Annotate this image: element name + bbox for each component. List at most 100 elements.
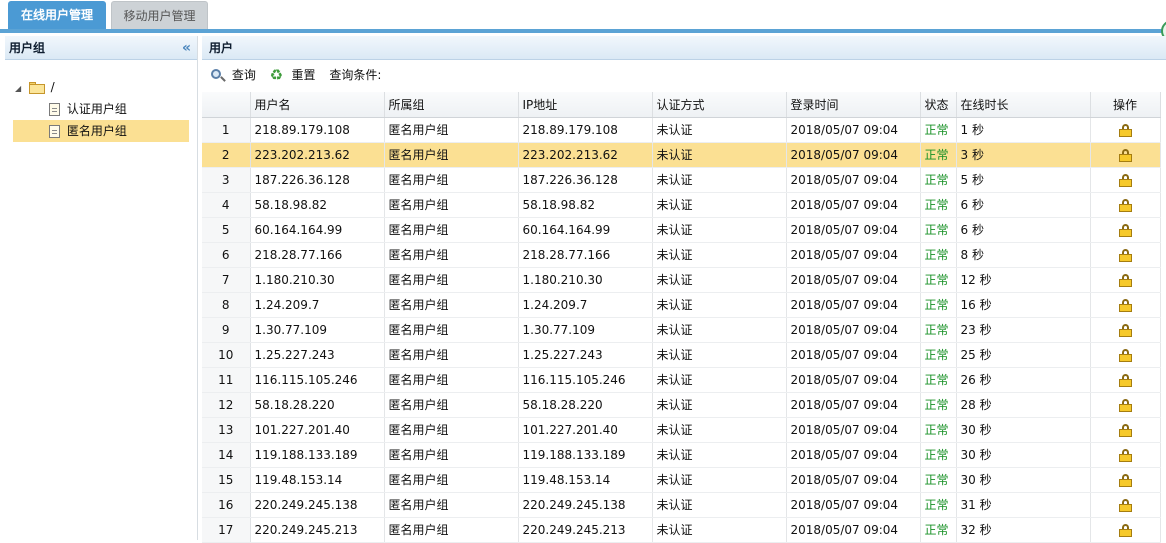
col-header-status[interactable]: 状态: [920, 92, 957, 118]
cell-ip: 58.18.28.220: [518, 392, 653, 418]
cell-row-number: 10: [202, 342, 251, 368]
cell-status: 正常: [920, 492, 957, 518]
cell-status: 正常: [920, 117, 957, 143]
lock-icon[interactable]: [1118, 423, 1132, 437]
cell-username: 220.249.245.138: [250, 492, 385, 518]
cell-username: 1.30.77.109: [250, 317, 385, 343]
cell-username: 101.227.201.40: [250, 417, 385, 443]
table-row[interactable]: 5 60.164.164.99 匿名用户组 60.164.164.99 未认证 2018/…: [202, 217, 1161, 243]
lock-icon[interactable]: [1118, 398, 1132, 412]
lock-icon[interactable]: [1118, 148, 1132, 162]
lock-icon[interactable]: [1118, 173, 1132, 187]
lock-icon[interactable]: [1118, 448, 1132, 462]
lock-icon[interactable]: [1118, 198, 1132, 212]
lock-icon[interactable]: [1118, 248, 1132, 262]
tab-online-users[interactable]: 在线用户管理: [8, 1, 106, 30]
group-tree: ◢ / 认证用户组 匿名用户组: [5, 60, 197, 142]
cell-auth-method: 未认证: [652, 142, 787, 168]
cell-online-duration: 16 秒: [956, 292, 1091, 318]
cell-username: 1.24.209.7: [250, 292, 385, 318]
col-header-username[interactable]: 用户名: [250, 92, 385, 118]
lock-icon[interactable]: [1118, 498, 1132, 512]
col-header-ip[interactable]: IP地址: [518, 92, 653, 118]
cell-login-time: 2018/05/07 09:04: [786, 167, 921, 193]
table-row[interactable]: 13 101.227.201.40 匿名用户组 101.227.201.40 未认证 20…: [202, 417, 1161, 443]
tree-node-authenticated-group[interactable]: 认证用户组: [5, 98, 197, 120]
table-row[interactable]: 9 1.30.77.109 匿名用户组 1.30.77.109 未认证 2018/05/0…: [202, 317, 1161, 343]
table-row[interactable]: 3 187.226.36.128 匿名用户组 187.226.36.128 未认证 201…: [202, 167, 1161, 193]
cell-group: 匿名用户组: [384, 367, 519, 393]
table-row[interactable]: 16 220.249.245.138 匿名用户组 220.249.245.138 未认证…: [202, 492, 1161, 518]
cell-actions: [1090, 367, 1161, 393]
cell-auth-method: 未认证: [652, 242, 787, 268]
lock-icon[interactable]: [1118, 473, 1132, 487]
tree-node-label: 认证用户组: [66, 102, 127, 116]
reset-button[interactable]: ♻ 重置: [270, 60, 316, 90]
cell-ip: 1.180.210.30: [518, 267, 653, 293]
table-row[interactable]: 10 1.25.227.243 匿名用户组 1.25.227.243 未认证 2018/0…: [202, 342, 1161, 368]
collapse-icon[interactable]: «: [182, 36, 191, 60]
table-row[interactable]: 8 1.24.209.7 匿名用户组 1.24.209.7 未认证 2018/05/07 …: [202, 292, 1161, 318]
tab-mobile-users[interactable]: 移动用户管理: [111, 1, 208, 30]
cell-actions: [1090, 242, 1161, 268]
col-header-auth-method[interactable]: 认证方式: [652, 92, 787, 118]
cell-row-number: 12: [202, 392, 251, 418]
expand-triangle-icon[interactable]: ◢: [15, 78, 25, 100]
cell-login-time: 2018/05/07 09:04: [786, 342, 921, 368]
table-row[interactable]: 12 58.18.28.220 匿名用户组 58.18.28.220 未认证 2018/0…: [202, 392, 1161, 418]
cell-auth-method: 未认证: [652, 217, 787, 243]
table-row[interactable]: 2 223.202.213.62 匿名用户组 223.202.213.62 未认证 201…: [202, 142, 1161, 168]
col-header-actions: 操作: [1090, 92, 1161, 118]
search-button[interactable]: 查询: [211, 60, 256, 90]
lock-icon[interactable]: [1118, 273, 1132, 287]
cell-online-duration: 6 秒: [956, 217, 1091, 243]
table-row[interactable]: 14 119.188.133.189 匿名用户组 119.188.133.189 未认证…: [202, 442, 1161, 468]
cell-row-number: 7: [202, 267, 251, 293]
table-row[interactable]: 15 119.48.153.14 匿名用户组 119.48.153.14 未认证 2018…: [202, 467, 1161, 493]
cell-group: 匿名用户组: [384, 342, 519, 368]
cell-username: 223.202.213.62: [250, 142, 385, 168]
lock-icon[interactable]: [1118, 348, 1132, 362]
cell-actions: [1090, 492, 1161, 518]
table-row[interactable]: 17 220.249.245.213 匿名用户组 220.249.245.213 未认证…: [202, 517, 1161, 543]
lock-icon[interactable]: [1118, 123, 1132, 137]
cell-actions: [1090, 417, 1161, 443]
lock-icon[interactable]: [1118, 373, 1132, 387]
search-button-label: 查询: [231, 68, 256, 82]
tree-node-root[interactable]: ◢ /: [5, 76, 197, 98]
cell-group: 匿名用户组: [384, 242, 519, 268]
tree-node-anonymous-group[interactable]: 匿名用户组: [13, 120, 189, 142]
cell-auth-method: 未认证: [652, 167, 787, 193]
table-row[interactable]: 11 116.115.105.246 匿名用户组 116.115.105.246 未认证…: [202, 367, 1161, 393]
document-icon: [49, 103, 60, 116]
lock-icon[interactable]: [1118, 523, 1132, 537]
cell-group: 匿名用户组: [384, 442, 519, 468]
lock-icon[interactable]: [1118, 298, 1132, 312]
cell-auth-method: 未认证: [652, 442, 787, 468]
lock-icon[interactable]: [1118, 223, 1132, 237]
cell-status: 正常: [920, 267, 957, 293]
cell-row-number: 6: [202, 242, 251, 268]
col-header-online-duration[interactable]: 在线时长: [956, 92, 1091, 118]
cell-online-duration: 5 秒: [956, 167, 1091, 193]
cell-login-time: 2018/05/07 09:04: [786, 492, 921, 518]
cell-username: 218.89.179.108: [250, 117, 385, 143]
cell-row-number: 2: [202, 142, 251, 168]
table-row[interactable]: 7 1.180.210.30 匿名用户组 1.180.210.30 未认证 2018/05…: [202, 267, 1161, 293]
table-row[interactable]: 6 218.28.77.166 匿名用户组 218.28.77.166 未认证 2018/…: [202, 242, 1161, 268]
cell-username: 58.18.98.82: [250, 192, 385, 218]
cell-online-duration: 8 秒: [956, 242, 1091, 268]
cell-username: 119.48.153.14: [250, 467, 385, 493]
col-header-login-time[interactable]: 登录时间: [786, 92, 921, 118]
query-condition-button[interactable]: 查询条件:: [329, 60, 381, 90]
cell-online-duration: 28 秒: [956, 392, 1091, 418]
cell-auth-method: 未认证: [652, 317, 787, 343]
refresh-icon: ♻: [269, 66, 284, 84]
cell-online-duration: 23 秒: [956, 317, 1091, 343]
table-row[interactable]: 4 58.18.98.82 匿名用户组 58.18.98.82 未认证 2018/05/0…: [202, 192, 1161, 218]
table-row[interactable]: 1 218.89.179.108 匿名用户组 218.89.179.108 未认证 201…: [202, 117, 1161, 143]
lock-icon[interactable]: [1118, 323, 1132, 337]
cell-actions: [1090, 342, 1161, 368]
col-header-group[interactable]: 所属组: [384, 92, 519, 118]
cell-auth-method: 未认证: [652, 492, 787, 518]
